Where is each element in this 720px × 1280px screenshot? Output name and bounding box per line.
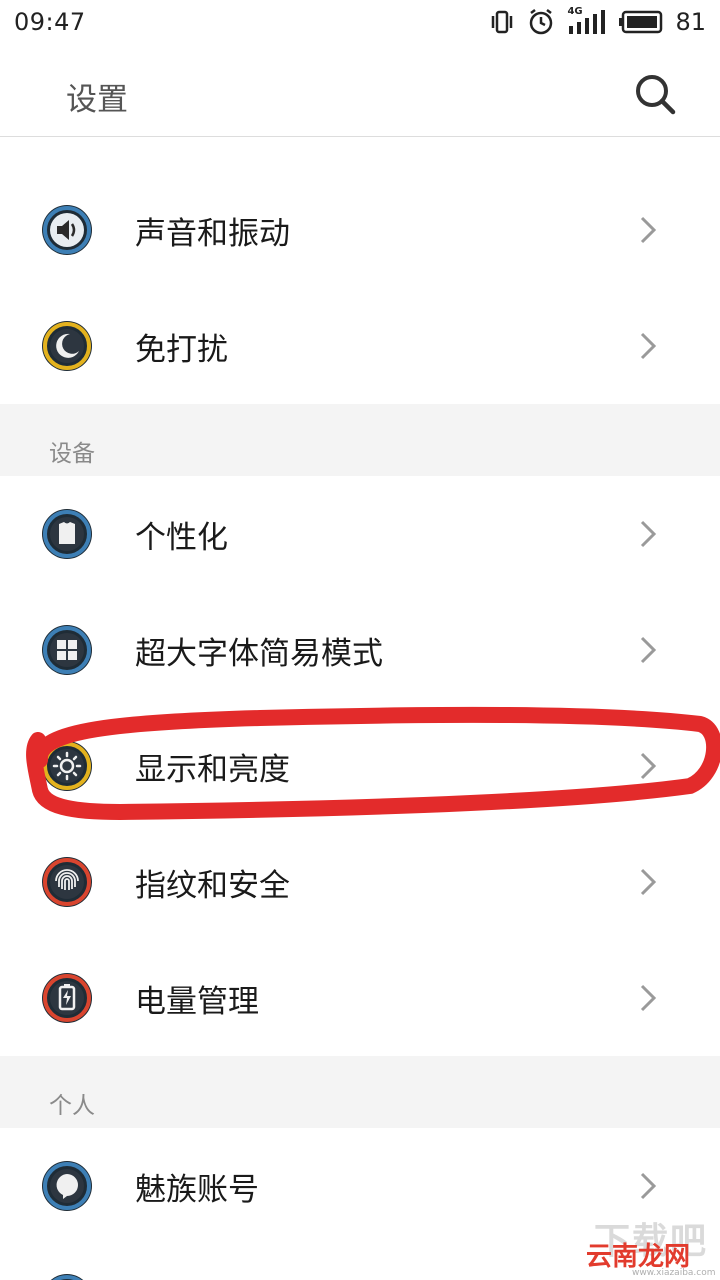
list-top-spacer [0,138,720,172]
settings-item-fingerprint[interactable]: 指纹和安全 [0,824,720,940]
section-label: 设备 [49,441,95,467]
page-title: 设置 [66,82,128,118]
partial-icon [50,1274,84,1280]
settings-item-label: 免打扰 [135,331,228,368]
settings-item-easy-mode[interactable]: 超大字体简易模式 [0,592,720,708]
settings-item-label: 超大字体简易模式 [135,635,383,672]
chevron-right-icon [640,984,657,1012]
settings-item-label: 电量管理 [135,983,259,1020]
settings-item-label: 声音和振动 [135,215,290,252]
section-header-personal: 个人 [0,1056,720,1128]
settings-item-sound[interactable]: 声音和振动 [0,172,720,288]
status-icons: 4G 81 [489,6,706,36]
moon-icon [42,321,92,371]
status-bar: 09:47 4G 81 [0,0,720,44]
signal-icon: 4G [567,6,607,36]
settings-item-label: 指纹和安全 [135,867,290,904]
settings-item-label: 个性化 [135,519,228,556]
account-icon [42,1161,92,1211]
app-header: 设置 [0,44,720,137]
chevron-right-icon [640,752,657,780]
chevron-right-icon [640,520,657,548]
brightness-icon [42,741,92,791]
settings-item-battery[interactable]: 电量管理 [0,940,720,1056]
settings-list: 声音和振动 免打扰 设备 个性化 超大字体简易模式 显示和亮度 指纹和安全 电量… [0,138,720,1280]
vibrate-icon [492,10,513,34]
shirt-icon [42,509,92,559]
fingerprint-icon [42,857,92,907]
battery-charge-icon [42,973,92,1023]
settings-item-label: 魅族账号 [135,1171,259,1208]
chevron-right-icon [640,216,657,244]
battery-percent: 81 [675,8,706,36]
sound-icon [42,205,92,255]
settings-item-personalization[interactable]: 个性化 [0,476,720,592]
settings-item-display[interactable]: 显示和亮度 [0,708,720,824]
watermark: 下载吧 云南龙网 www.xiazaiba.com [582,1210,718,1278]
section-header-device: 设备 [0,404,720,476]
settings-item-label: 显示和亮度 [135,751,290,788]
chevron-right-icon [640,1172,657,1200]
alarm-icon [530,9,553,35]
section-label: 个人 [49,1093,95,1119]
chevron-right-icon [640,868,657,896]
status-time: 09:47 [14,8,86,36]
grid-icon [42,625,92,675]
settings-screen: 09:47 4G 81 设置 声音和振动 免打扰 设备 个性化 超大字体简易模式… [0,0,720,1280]
chevron-right-icon [640,636,657,664]
battery-icon [619,10,663,34]
chevron-right-icon [640,332,657,360]
watermark-url: www.xiazaiba.com [632,1268,716,1278]
settings-item-dnd[interactable]: 免打扰 [0,288,720,404]
search-icon[interactable] [634,73,676,115]
